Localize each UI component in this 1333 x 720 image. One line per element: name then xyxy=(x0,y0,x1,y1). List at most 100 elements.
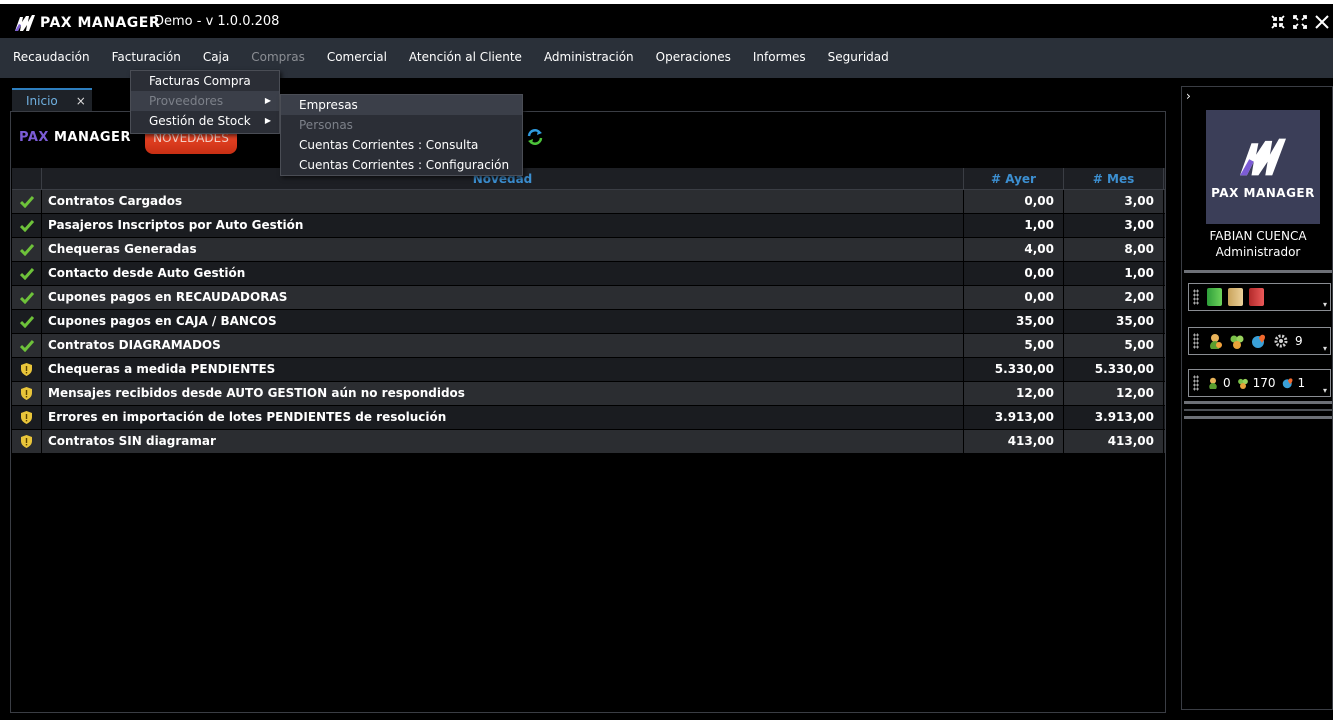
row-novedad: Chequeras Generadas xyxy=(42,238,964,261)
row-ayer: 35,00 xyxy=(964,310,1064,333)
shield-warning-icon xyxy=(21,435,32,448)
user-role: Administrador xyxy=(1215,245,1301,259)
restore-icon[interactable] xyxy=(1269,12,1287,32)
row-novedad: Contratos Cargados xyxy=(42,190,964,213)
row-status-cell xyxy=(12,406,42,429)
green-book-icon[interactable] xyxy=(1207,288,1222,306)
row-ayer: 5.330,00 xyxy=(964,358,1064,381)
proveedores-submenu: Empresas Personas Cuentas Corrientes : C… xyxy=(280,94,523,176)
users-widget[interactable]: 9 ▾ xyxy=(1188,327,1331,355)
stats-widget[interactable]: 0 170 1 ▾ xyxy=(1188,369,1331,397)
maximize-icon[interactable] xyxy=(1291,12,1309,32)
row-status-cell xyxy=(12,286,42,309)
logo-text: PAX MANAGER xyxy=(40,15,161,31)
submenu-arrow-icon: ▶ xyxy=(264,116,271,125)
divider xyxy=(1184,401,1332,404)
user-pending-icon[interactable] xyxy=(1207,333,1223,349)
row-novedad: Pasajeros Inscriptos por Auto Gestión xyxy=(42,214,964,237)
gear-icon[interactable] xyxy=(1273,333,1289,349)
row-novedad: Mensajes recibidos desde AUTO GESTION aú… xyxy=(42,382,964,405)
table-row[interactable]: Contratos Cargados 0,00 3,00 xyxy=(12,190,1165,214)
menu-operaciones[interactable]: Operaciones xyxy=(645,38,742,78)
row-novedad: Chequeras a medida PENDIENTES xyxy=(42,358,964,381)
row-ayer: 0,00 xyxy=(964,286,1064,309)
row-ayer: 413,00 xyxy=(964,430,1064,453)
table-row[interactable]: Chequeras a medida PENDIENTES 5.330,00 5.3… xyxy=(12,358,1165,382)
table-row[interactable]: Chequeras Generadas 4,00 8,00 xyxy=(12,238,1165,262)
sidebar-toggle-icon[interactable]: › xyxy=(1186,89,1191,103)
menu-personas[interactable]: Personas xyxy=(281,115,522,135)
chevron-down-icon[interactable]: ▾ xyxy=(1323,386,1327,395)
row-mes: 8,00 xyxy=(1064,238,1164,261)
heart-chat-icon xyxy=(1282,378,1293,389)
drag-handle[interactable] xyxy=(1193,289,1199,305)
menu-atencion-cliente[interactable]: Atención al Cliente xyxy=(398,38,533,78)
menu-informes[interactable]: Informes xyxy=(742,38,817,78)
table-row[interactable]: Contratos SIN diagramar 413,00 413,00 xyxy=(12,430,1165,454)
row-mes: 1,00 xyxy=(1064,262,1164,285)
stats-widget-value-b: 170 xyxy=(1252,376,1276,390)
table-row[interactable]: Contratos DIAGRAMADOS 5,00 5,00 xyxy=(12,334,1165,358)
row-novedad: Contratos SIN diagramar xyxy=(42,430,964,453)
table-row[interactable]: Pasajeros Inscriptos por Auto Gestión 1,0… xyxy=(12,214,1165,238)
divider xyxy=(1184,416,1332,419)
row-mes: 2,00 xyxy=(1064,286,1164,309)
home-panel: PAX MANAGER NOVEDADES Novedad # Ayer # M… xyxy=(10,111,1166,713)
header-mes[interactable]: # Mes xyxy=(1064,168,1164,189)
menu-seguridad[interactable]: Seguridad xyxy=(817,38,900,78)
row-ayer: 0,00 xyxy=(964,262,1064,285)
row-novedad: Errores en importación de lotes PENDIENT… xyxy=(42,406,964,429)
row-status-cell xyxy=(12,310,42,333)
row-mes: 5,00 xyxy=(1064,334,1164,357)
tab-inicio[interactable]: Inicio × xyxy=(12,88,92,112)
menu-recaudacion[interactable]: Recaudación xyxy=(2,38,101,78)
users-group-icon[interactable] xyxy=(1229,333,1245,349)
refresh-icon[interactable] xyxy=(526,128,544,146)
row-status-cell xyxy=(12,334,42,357)
shield-warning-icon xyxy=(21,387,32,400)
check-icon xyxy=(19,243,34,256)
table-header: Novedad # Ayer # Mes xyxy=(12,168,1165,190)
user-icon xyxy=(1209,377,1217,389)
menu-gestion-stock[interactable]: Gestión de Stock ▶ xyxy=(131,111,279,131)
heart-chat-icon[interactable] xyxy=(1251,333,1267,349)
row-status-cell xyxy=(12,238,42,261)
menu-cc-configuracion[interactable]: Cuentas Corrientes : Configuración xyxy=(281,155,522,175)
drag-handle[interactable] xyxy=(1193,333,1199,349)
table-row[interactable]: Cupones pagos en CAJA / BANCOS 35,00 35,00 xyxy=(12,310,1165,334)
row-novedad: Contacto desde Auto Gestión xyxy=(42,262,964,285)
header-ayer[interactable]: # Ayer xyxy=(964,168,1064,189)
stats-widget-value-c: 1 xyxy=(1297,376,1306,390)
chevron-down-icon[interactable]: ▾ xyxy=(1323,344,1327,353)
tab-close-icon[interactable]: × xyxy=(76,94,86,108)
books-widget[interactable]: ▾ xyxy=(1188,283,1331,311)
menu-comercial[interactable]: Comercial xyxy=(316,38,398,78)
app-logo: PAX MANAGER xyxy=(14,12,160,34)
row-ayer: 0,00 xyxy=(964,190,1064,213)
close-icon[interactable] xyxy=(1313,12,1331,32)
drag-handle[interactable] xyxy=(1193,375,1199,391)
menu-facturas-compra[interactable]: Facturas Compra xyxy=(131,71,279,91)
divider xyxy=(1184,270,1332,273)
table-row[interactable]: Contacto desde Auto Gestión 0,00 1,00 xyxy=(12,262,1165,286)
row-ayer: 12,00 xyxy=(964,382,1064,405)
user-name: FABIAN CUENCA xyxy=(1209,229,1307,243)
row-ayer: 4,00 xyxy=(964,238,1064,261)
tan-book-icon[interactable] xyxy=(1228,288,1243,306)
check-icon xyxy=(19,267,34,280)
menu-cc-consulta[interactable]: Cuentas Corrientes : Consulta xyxy=(281,135,522,155)
row-status-cell xyxy=(12,262,42,285)
row-novedad: Cupones pagos en CAJA / BANCOS xyxy=(42,310,964,333)
menu-proveedores[interactable]: Proveedores ▶ xyxy=(131,91,279,111)
chevron-down-icon[interactable]: ▾ xyxy=(1323,300,1327,309)
row-novedad: Cupones pagos en RECAUDADORAS xyxy=(42,286,964,309)
table-row[interactable]: Cupones pagos en RECAUDADORAS 0,00 2,00 xyxy=(12,286,1165,310)
shield-warning-icon xyxy=(21,411,32,424)
table-row[interactable]: Mensajes recibidos desde AUTO GESTION aú… xyxy=(12,382,1165,406)
shield-warning-icon xyxy=(21,363,32,376)
menu-empresas[interactable]: Empresas xyxy=(281,95,522,115)
red-book-icon[interactable] xyxy=(1249,288,1264,306)
avatar-logo-icon xyxy=(1240,138,1286,176)
table-row[interactable]: Errores en importación de lotes PENDIENT… xyxy=(12,406,1165,430)
menu-administracion[interactable]: Administración xyxy=(533,38,645,78)
